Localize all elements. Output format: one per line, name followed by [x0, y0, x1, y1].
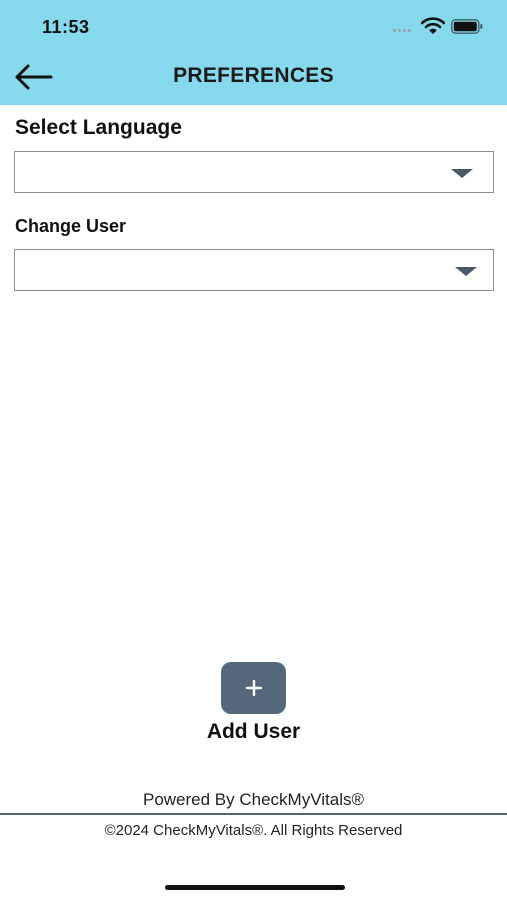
user-dropdown[interactable]	[14, 249, 494, 291]
signal-dots-icon	[393, 29, 415, 33]
select-language-label: Select Language	[15, 116, 182, 139]
powered-by-text: Powered By CheckMyVitals®	[142, 790, 365, 809]
add-user-button[interactable]	[221, 662, 286, 714]
language-dropdown[interactable]	[14, 151, 494, 193]
caret-down-icon	[451, 169, 473, 178]
plus-icon	[245, 679, 262, 697]
caret-down-icon	[455, 267, 477, 276]
page-title: PREFERENCES	[173, 64, 334, 87]
battery-icon	[451, 19, 483, 34]
change-user-label: Change User	[15, 216, 127, 236]
add-user-label: Add User	[206, 720, 301, 743]
home-indicator[interactable]	[165, 885, 345, 890]
app-header: 11:53 PREFERENCES	[0, 0, 507, 105]
status-time: 11:53	[42, 17, 90, 37]
wifi-icon	[421, 17, 445, 34]
copyright-text: ©2024 CheckMyVitals®. All Rights Reserve…	[104, 822, 403, 839]
footer-divider	[0, 813, 507, 815]
